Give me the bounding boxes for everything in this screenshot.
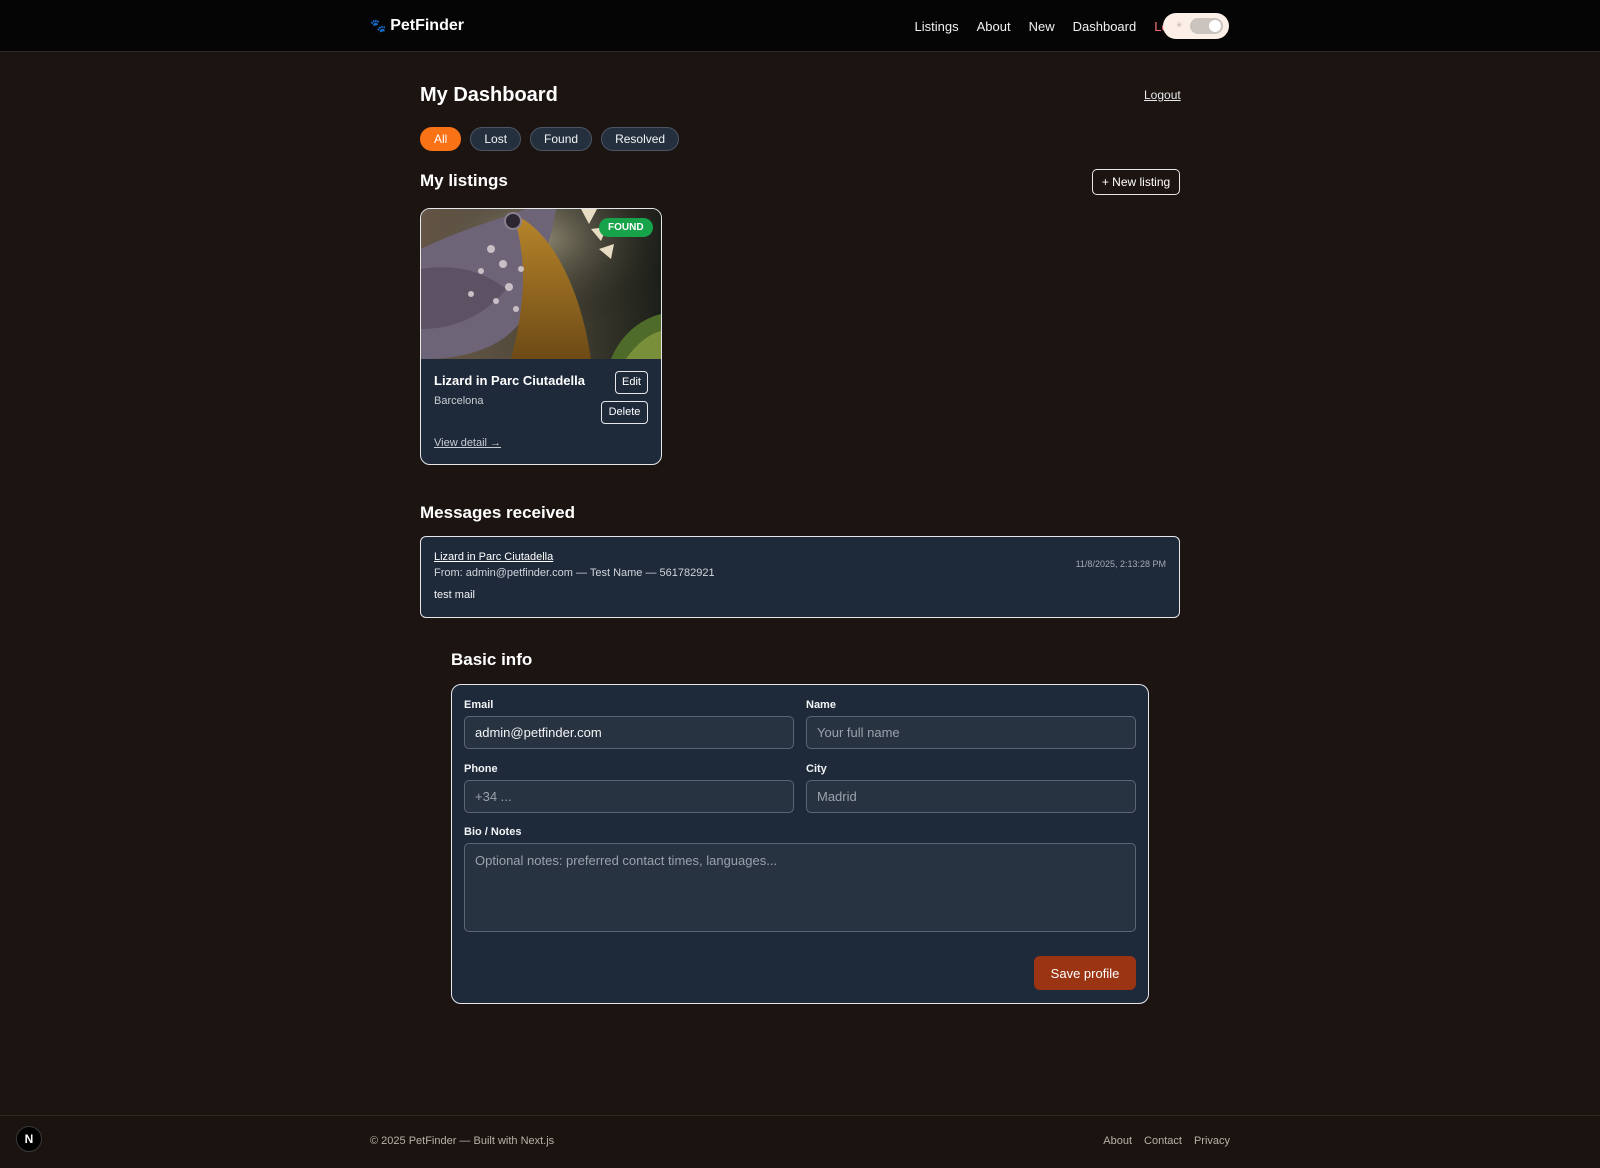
filter-chip-resolved[interactable]: Resolved [601, 127, 680, 151]
save-profile-button[interactable]: Save profile [1034, 956, 1136, 990]
brand-name: PetFinder [390, 17, 464, 34]
filter-chip-all[interactable]: All [420, 127, 462, 151]
view-detail-link[interactable]: View detail → [434, 437, 501, 449]
top-navbar: 🐾 PetFinder Listings About New Dashboard… [0, 0, 1600, 52]
phone-field[interactable] [464, 780, 794, 813]
email-field[interactable] [464, 716, 794, 749]
sun-icon: ☀ [1175, 20, 1184, 30]
basic-info-title: Basic info [451, 650, 533, 669]
edit-listing-button[interactable]: Edit [615, 371, 648, 394]
theme-toggle[interactable]: ☀ [1163, 13, 1229, 39]
listing-title: Lizard in Parc Ciutadella [434, 373, 585, 388]
listing-photo: FOUND [421, 209, 661, 359]
city-field[interactable] [806, 780, 1136, 813]
email-label: Email [464, 699, 494, 711]
bio-textarea[interactable] [464, 843, 1136, 932]
nextjs-dev-badge[interactable]: N [16, 1126, 42, 1152]
filter-chip-found[interactable]: Found [530, 127, 593, 151]
nav-link-listings[interactable]: Listings [915, 19, 959, 34]
city-label: City [806, 763, 827, 775]
nav-links: Listings About New Dashboard Logout [897, 0, 1194, 52]
toggle-track [1190, 18, 1223, 34]
brand-logo-link[interactable]: 🐾 PetFinder [370, 14, 464, 38]
listing-city: Barcelona [434, 395, 484, 407]
nav-link-new[interactable]: New [1029, 19, 1055, 34]
message-item: Lizard in Parc Ciutadella From: admin@pe… [420, 536, 1180, 618]
paw-icon: 🐾 [370, 18, 387, 33]
status-badge: FOUND [599, 218, 653, 237]
dashboard-logout-link[interactable]: Logout [1144, 88, 1181, 102]
messages-section-title: Messages received [420, 503, 575, 522]
footer-link-contact[interactable]: Contact [1144, 1135, 1182, 1147]
status-filters: All Lost Found Resolved [420, 127, 680, 151]
nav-link-dashboard[interactable]: Dashboard [1073, 19, 1137, 34]
message-timestamp: 11/8/2025, 2:13:28 PM [1075, 559, 1166, 569]
footer-link-privacy[interactable]: Privacy [1194, 1135, 1230, 1147]
footer-copyright: © 2025 PetFinder — Built with Next.js [370, 1135, 555, 1147]
bio-label: Bio / Notes [464, 826, 522, 838]
profile-form: Email Name Phone City Bio / Notes Save p… [451, 684, 1149, 1004]
toggle-knob [1209, 20, 1221, 32]
listings-section-title: My listings [420, 171, 508, 190]
listing-card: FOUND Lizard in Parc Ciutadella Barcelon… [420, 208, 662, 465]
phone-label: Phone [464, 763, 498, 775]
name-field[interactable] [806, 716, 1136, 749]
footer-links: About Contact Privacy [1103, 1135, 1230, 1147]
delete-listing-button[interactable]: Delete [601, 401, 648, 424]
nav-link-about[interactable]: About [977, 19, 1011, 34]
message-subject-link[interactable]: Lizard in Parc Ciutadella [434, 551, 553, 563]
new-listing-button[interactable]: + New listing [1092, 169, 1180, 195]
page-title: My Dashboard [420, 84, 558, 106]
filter-chip-lost[interactable]: Lost [470, 127, 522, 151]
footer: © 2025 PetFinder — Built with Next.js Ab… [0, 1115, 1600, 1168]
footer-link-about[interactable]: About [1103, 1135, 1132, 1147]
message-body: test mail [434, 589, 475, 601]
message-sender: From: admin@petfinder.com — Test Name — … [434, 567, 715, 579]
name-label: Name [806, 699, 836, 711]
